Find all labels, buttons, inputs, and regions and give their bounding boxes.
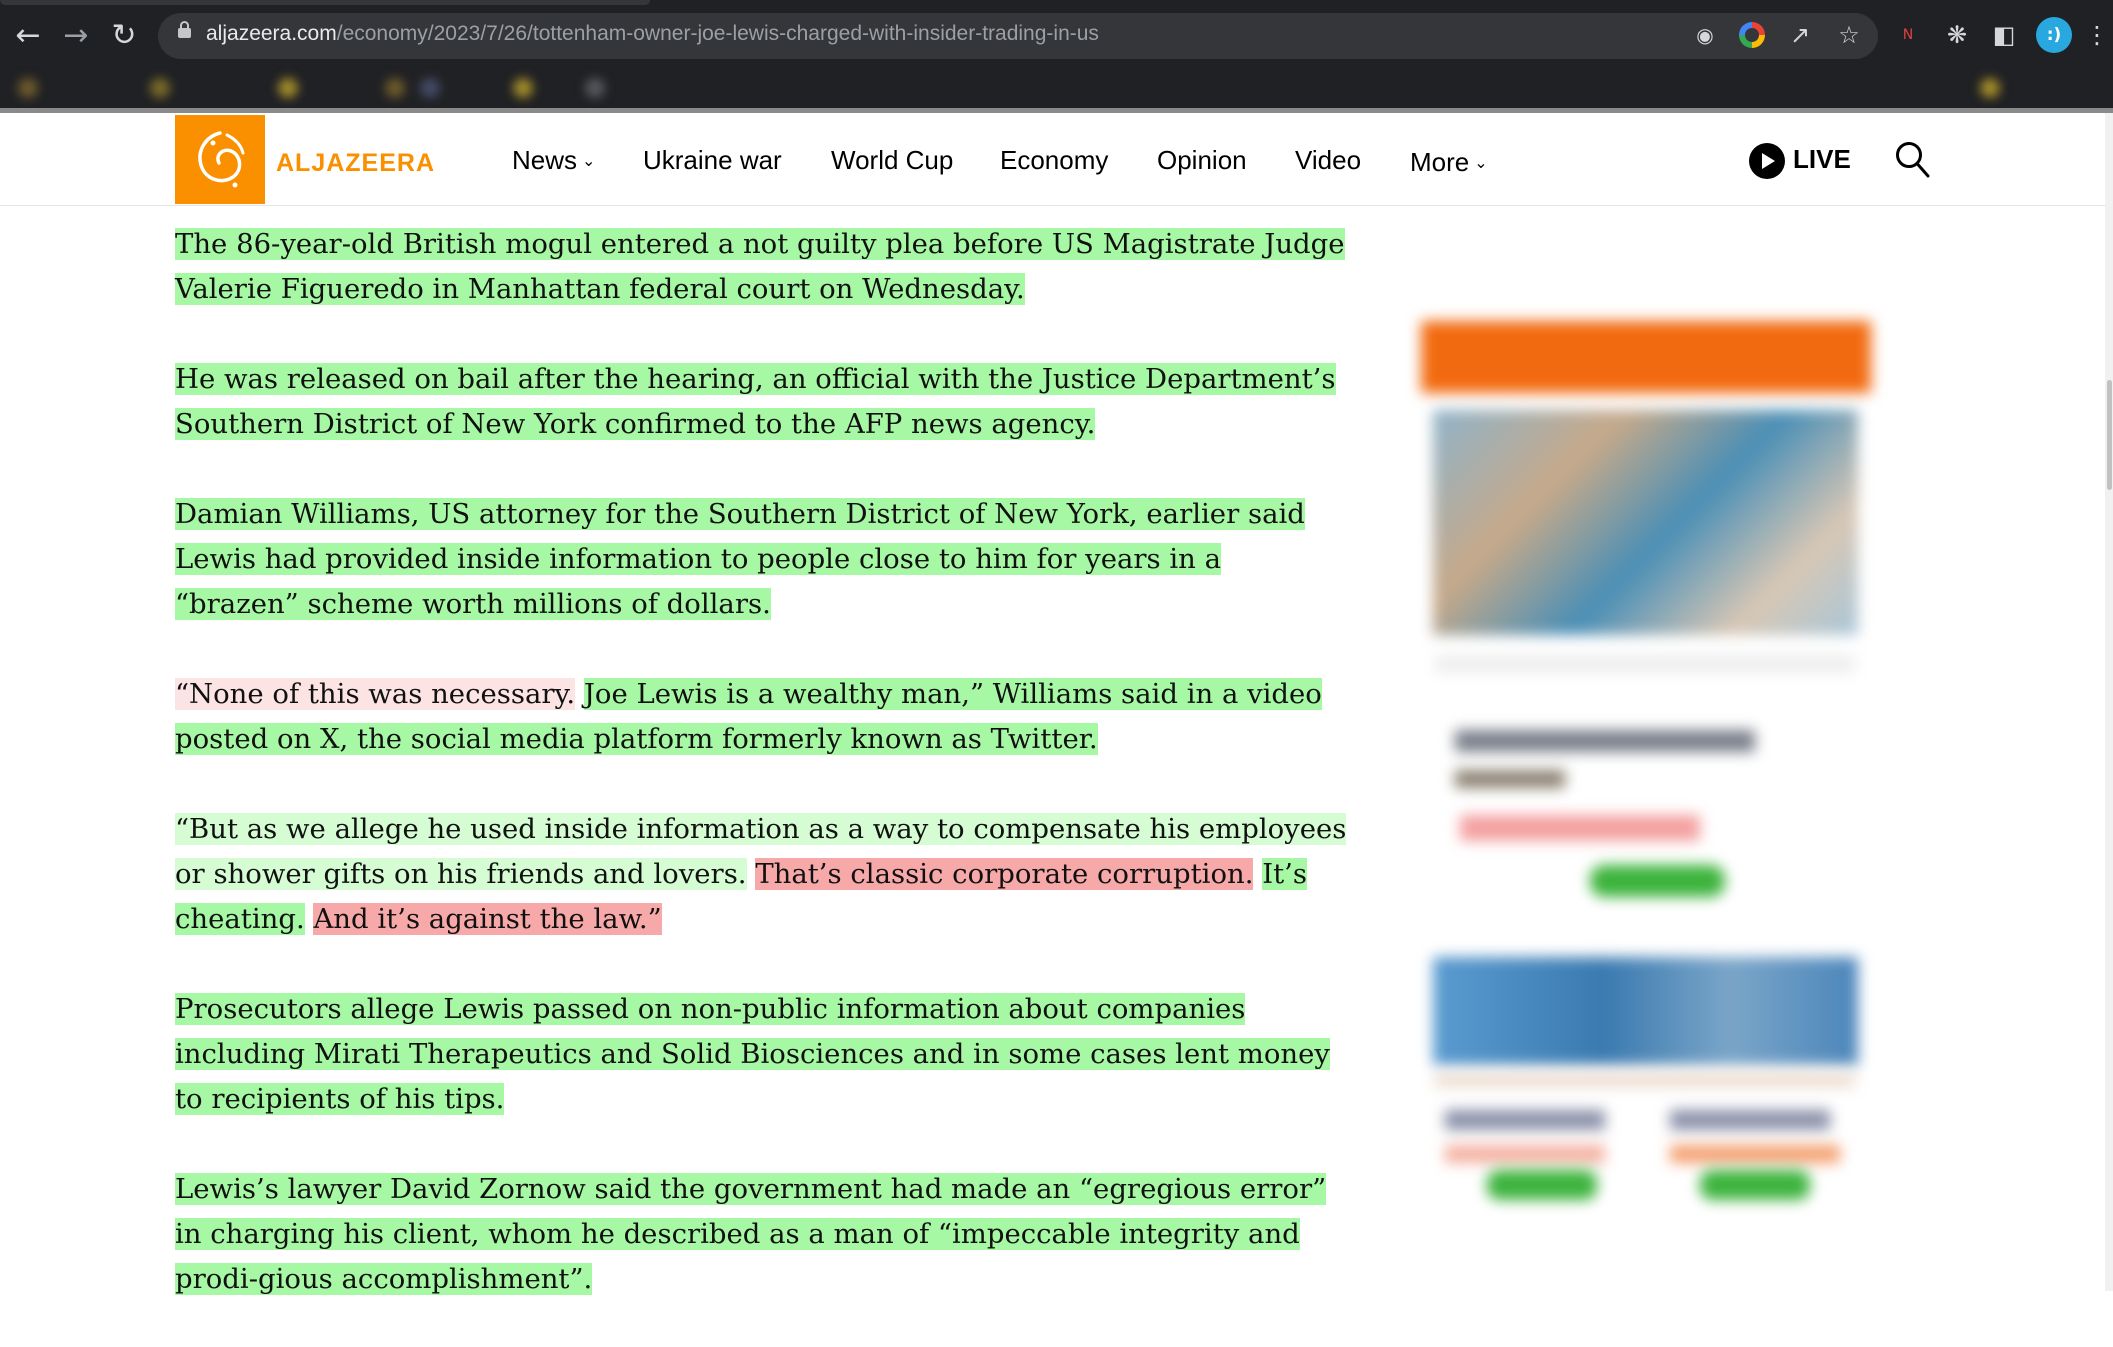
active-tab-edge xyxy=(0,0,650,5)
bookmark-favicon[interactable] xyxy=(420,78,440,98)
share-icon[interactable]: ↗ xyxy=(1785,20,1815,50)
live-label: LIVE xyxy=(1793,144,1851,174)
nav-opinion[interactable]: Opinion xyxy=(1157,145,1247,176)
ad-image[interactable] xyxy=(1433,410,1858,635)
highlight-green: Lewis’s lawyer David Zornow said the gov… xyxy=(175,1173,1327,1295)
article-paragraph: Lewis’s lawyer David Zornow said the gov… xyxy=(175,1167,1350,1302)
bookmark-favicon[interactable] xyxy=(513,78,533,98)
menu-kebab-icon[interactable]: ⋮ xyxy=(2085,20,2109,50)
bookmarks-bar xyxy=(0,64,2113,108)
highlight-light-pink: “None of this was necessary. xyxy=(175,678,576,710)
article-paragraph: Prosecutors allege Lewis passed on non-p… xyxy=(175,987,1350,1122)
ad-text xyxy=(1455,770,1565,788)
bookmark-favicon[interactable] xyxy=(385,78,405,98)
forward-icon[interactable]: → xyxy=(54,14,98,58)
nav-world-cup[interactable]: World Cup xyxy=(831,145,953,176)
ad-text-red xyxy=(1460,815,1700,841)
nav-video[interactable]: Video xyxy=(1295,145,1361,176)
bookmark-favicon[interactable] xyxy=(1980,78,2000,98)
site-header: ALJAZEERA News ⌄ Ukraine war World Cup Ec… xyxy=(0,113,2105,206)
bookmark-star-icon[interactable]: ☆ xyxy=(1834,20,1864,50)
article-paragraph: Damian Williams, US attorney for the Sou… xyxy=(175,492,1350,627)
article-paragraph: “None of this was necessary. Joe Lewis i… xyxy=(175,672,1350,762)
nav-news-label: News xyxy=(512,145,578,175)
chevron-down-icon: ⌄ xyxy=(1474,155,1488,172)
article-body: The 86-year-old British mogul entered a … xyxy=(175,205,1350,1347)
lock-icon[interactable] xyxy=(178,21,191,38)
ad-cta-button[interactable] xyxy=(1700,1170,1810,1200)
ad-text-red xyxy=(1445,1145,1605,1163)
extensions-puzzle-icon[interactable]: ❋ xyxy=(1942,20,1972,50)
ad-caption xyxy=(1435,655,1855,673)
extension-icon[interactable]: N xyxy=(1893,20,1923,50)
play-icon xyxy=(1749,143,1785,179)
scrollbar-track[interactable] xyxy=(2105,113,2113,1291)
ad-image[interactable] xyxy=(1433,957,1858,1065)
url-host: aljazeera.com xyxy=(206,22,337,45)
cookie-blocked-icon[interactable]: ◉ xyxy=(1690,20,1720,50)
highlight-green: Prosecutors allege Lewis passed on non-p… xyxy=(175,993,1330,1115)
ad-text xyxy=(1670,1110,1830,1130)
ad-text xyxy=(1445,1110,1605,1130)
profile-avatar[interactable]: :) xyxy=(2036,17,2072,53)
scrollbar-thumb[interactable] xyxy=(2107,380,2112,490)
advertisement-column xyxy=(1415,315,1895,1215)
bookmark-favicon[interactable] xyxy=(278,78,298,98)
url-path: /economy/2023/7/26/tottenham-owner-joe-l… xyxy=(336,22,1099,45)
article-paragraph: He was released on bail after the hearin… xyxy=(175,357,1350,447)
nav-news[interactable]: News ⌄ xyxy=(512,145,595,176)
ad-text-red xyxy=(1670,1145,1840,1163)
chevron-down-icon: ⌄ xyxy=(582,153,596,170)
side-panel-icon[interactable]: ◧ xyxy=(1989,20,2019,50)
article-paragraph: “But as we allege he used inside informa… xyxy=(175,807,1350,942)
bookmark-favicon[interactable] xyxy=(18,78,38,98)
ad-caption xyxy=(1435,1073,1855,1087)
article-paragraph: The 86-year-old British mogul entered a … xyxy=(175,222,1350,312)
nav-more[interactable]: More ⌄ xyxy=(1410,147,1488,178)
nav-ukraine-war[interactable]: Ukraine war xyxy=(643,145,782,176)
highlight-green: The 86-year-old British mogul entered a … xyxy=(175,228,1345,305)
google-icon[interactable] xyxy=(1739,22,1765,48)
url-text[interactable]: aljazeera.com/economy/2023/7/26/tottenha… xyxy=(206,22,1099,46)
bookmark-favicon[interactable] xyxy=(585,78,605,98)
nav-more-label: More xyxy=(1410,147,1470,177)
highlight-green: He was released on bail after the hearin… xyxy=(175,363,1336,440)
highlight-red: And it’s against the law.” xyxy=(313,903,662,935)
logo-wordmark[interactable]: ALJAZEERA xyxy=(276,149,435,178)
highlight-red: That’s classic corporate corruption. xyxy=(755,858,1254,890)
back-icon[interactable]: ← xyxy=(6,14,50,58)
ad-cta-button[interactable] xyxy=(1487,1170,1597,1200)
nav-economy[interactable]: Economy xyxy=(1000,145,1108,176)
bookmark-favicon[interactable] xyxy=(150,78,170,98)
ad-text xyxy=(1455,730,1755,752)
ad-banner[interactable] xyxy=(1421,321,1871,393)
search-icon[interactable] xyxy=(1894,140,1930,180)
reload-icon[interactable]: ↻ xyxy=(102,14,146,58)
highlight-green: Damian Williams, US attorney for the Sou… xyxy=(175,498,1305,620)
ad-cta-button[interactable] xyxy=(1590,865,1725,897)
aljazeera-logo-icon[interactable] xyxy=(175,115,265,204)
browser-chrome: ← → ↻ aljazeera.com/economy/2023/7/26/to… xyxy=(0,0,2113,113)
